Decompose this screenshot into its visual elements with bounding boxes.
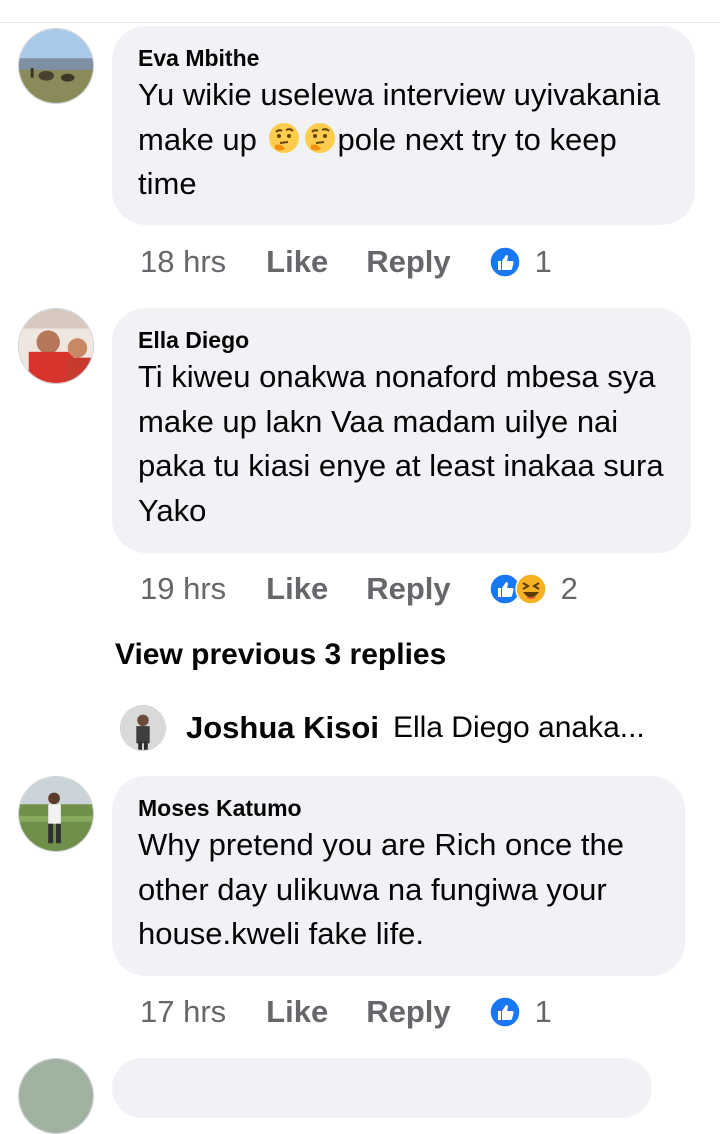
reply-button[interactable]: Reply [366,244,450,280]
reply-button[interactable]: Reply [366,994,450,1030]
comment-time[interactable]: 18 hrs [140,244,226,280]
comment-actions: 19 hrs Like Reply 2 [140,569,578,609]
reply-preview[interactable]: Joshua Kisoi Ella Diego anaka... [120,704,680,752]
comment-author[interactable]: Moses Katumo [138,793,661,823]
top-divider [0,22,720,23]
avatar-eva-mbithe[interactable] [18,28,94,104]
next-comment-avatar[interactable] [18,1058,94,1134]
next-comment-bubble [112,1058,652,1118]
thinking-face-icon [304,122,335,153]
comment-text: Yu wikie uselewa interview uyivakania ma… [138,73,671,207]
reactions-summary[interactable]: 1 [488,994,552,1030]
haha-reaction-icon [514,573,547,605]
reactions-summary[interactable]: 2 [488,571,578,607]
comment-bubble: Ella Diego Ti kiweu onakwa nonaford mbes… [112,308,691,553]
reactions-summary[interactable]: 1 [488,244,552,280]
like-button[interactable]: Like [266,244,328,280]
comment-time[interactable]: 19 hrs [140,571,226,607]
comment-bubble: Moses Katumo Why pretend you are Rich on… [112,776,685,976]
thinking-face-icon [268,122,299,153]
reply-author[interactable]: Joshua Kisoi [186,710,379,746]
reaction-count: 1 [534,994,552,1029]
comment-author[interactable]: Ella Diego [138,325,667,355]
comment-text: Why pretend you are Rich once the other … [138,827,624,951]
like-button[interactable]: Like [266,994,328,1030]
reply-button[interactable]: Reply [366,571,450,607]
comment-actions: 17 hrs Like Reply 1 [140,992,552,1032]
like-reaction-icon [488,246,521,278]
comment-bubble: Eva Mbithe Yu wikie uselewa interview uy… [112,26,695,225]
reply-preview-text: Ella Diego anaka... [392,711,645,744]
reaction-count: 2 [560,571,578,606]
comment-actions: 18 hrs Like Reply 1 [140,242,552,282]
like-button[interactable]: Like [266,571,328,607]
avatar-joshua-kisoi[interactable] [120,705,166,751]
avatar-moses-katumo[interactable] [18,776,94,852]
reaction-count: 1 [534,244,552,279]
comment-time[interactable]: 17 hrs [140,994,226,1030]
comment-text: Ti kiweu onakwa nonaford mbesa sya make … [138,359,664,528]
view-previous-replies-link[interactable]: View previous 3 replies [115,638,446,672]
like-reaction-icon [488,996,521,1028]
avatar-ella-diego[interactable] [18,308,94,384]
comment-author[interactable]: Eva Mbithe [138,43,671,73]
